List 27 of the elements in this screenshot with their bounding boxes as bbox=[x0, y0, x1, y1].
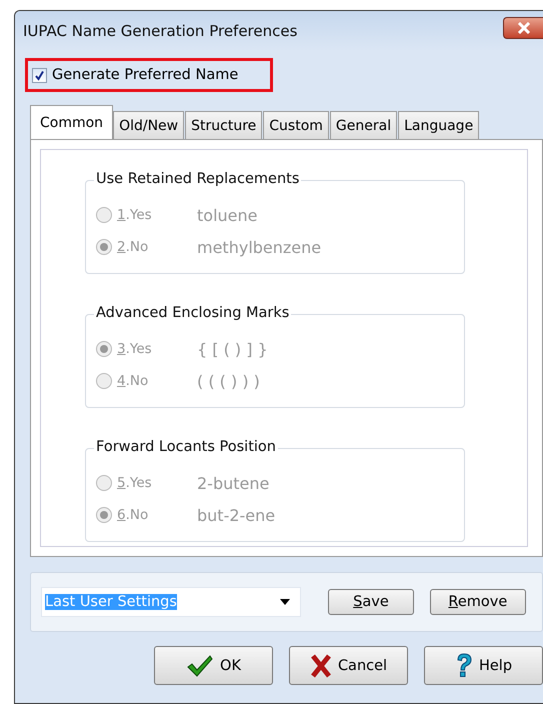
radio-label: 2.No bbox=[117, 239, 150, 255]
cancel-button[interactable]: Cancel bbox=[289, 646, 408, 685]
help-button[interactable]: Help bbox=[424, 646, 543, 685]
window-title: IUPAC Name Generation Preferences bbox=[23, 22, 298, 40]
remove-button[interactable]: Remove bbox=[430, 589, 526, 615]
ok-button[interactable]: OK bbox=[154, 646, 273, 685]
radio-label: 5.Yes bbox=[117, 475, 153, 491]
tab[interactable]: Old/New bbox=[113, 111, 184, 139]
example-text: ( ( ( ) ) ) bbox=[197, 372, 260, 390]
example-text: but-2-ene bbox=[197, 506, 276, 524]
checkbox-label: Generate Preferred Name bbox=[52, 67, 238, 83]
radio-label: 3.Yes bbox=[117, 341, 153, 357]
tab[interactable]: Common bbox=[30, 105, 114, 139]
example-text: methylbenzene bbox=[197, 238, 322, 256]
save-button[interactable]: Save bbox=[328, 589, 414, 615]
example-text: 2-butene bbox=[197, 474, 270, 492]
group-title: Advanced Enclosing Marks bbox=[94, 305, 292, 321]
tab[interactable]: Custom bbox=[263, 111, 329, 139]
example-text: { [ ( ) ] } bbox=[197, 340, 268, 358]
tab[interactable]: Language bbox=[398, 111, 480, 139]
tab[interactable]: Structure bbox=[185, 111, 262, 139]
group-title: Use Retained Replacements bbox=[94, 171, 302, 187]
tab[interactable]: General bbox=[330, 111, 398, 139]
radio-label: 1.Yes bbox=[117, 207, 153, 223]
example-text: toluene bbox=[197, 206, 258, 224]
radio-label: 6.No bbox=[117, 507, 150, 523]
radio-label: 4.No bbox=[117, 373, 150, 389]
